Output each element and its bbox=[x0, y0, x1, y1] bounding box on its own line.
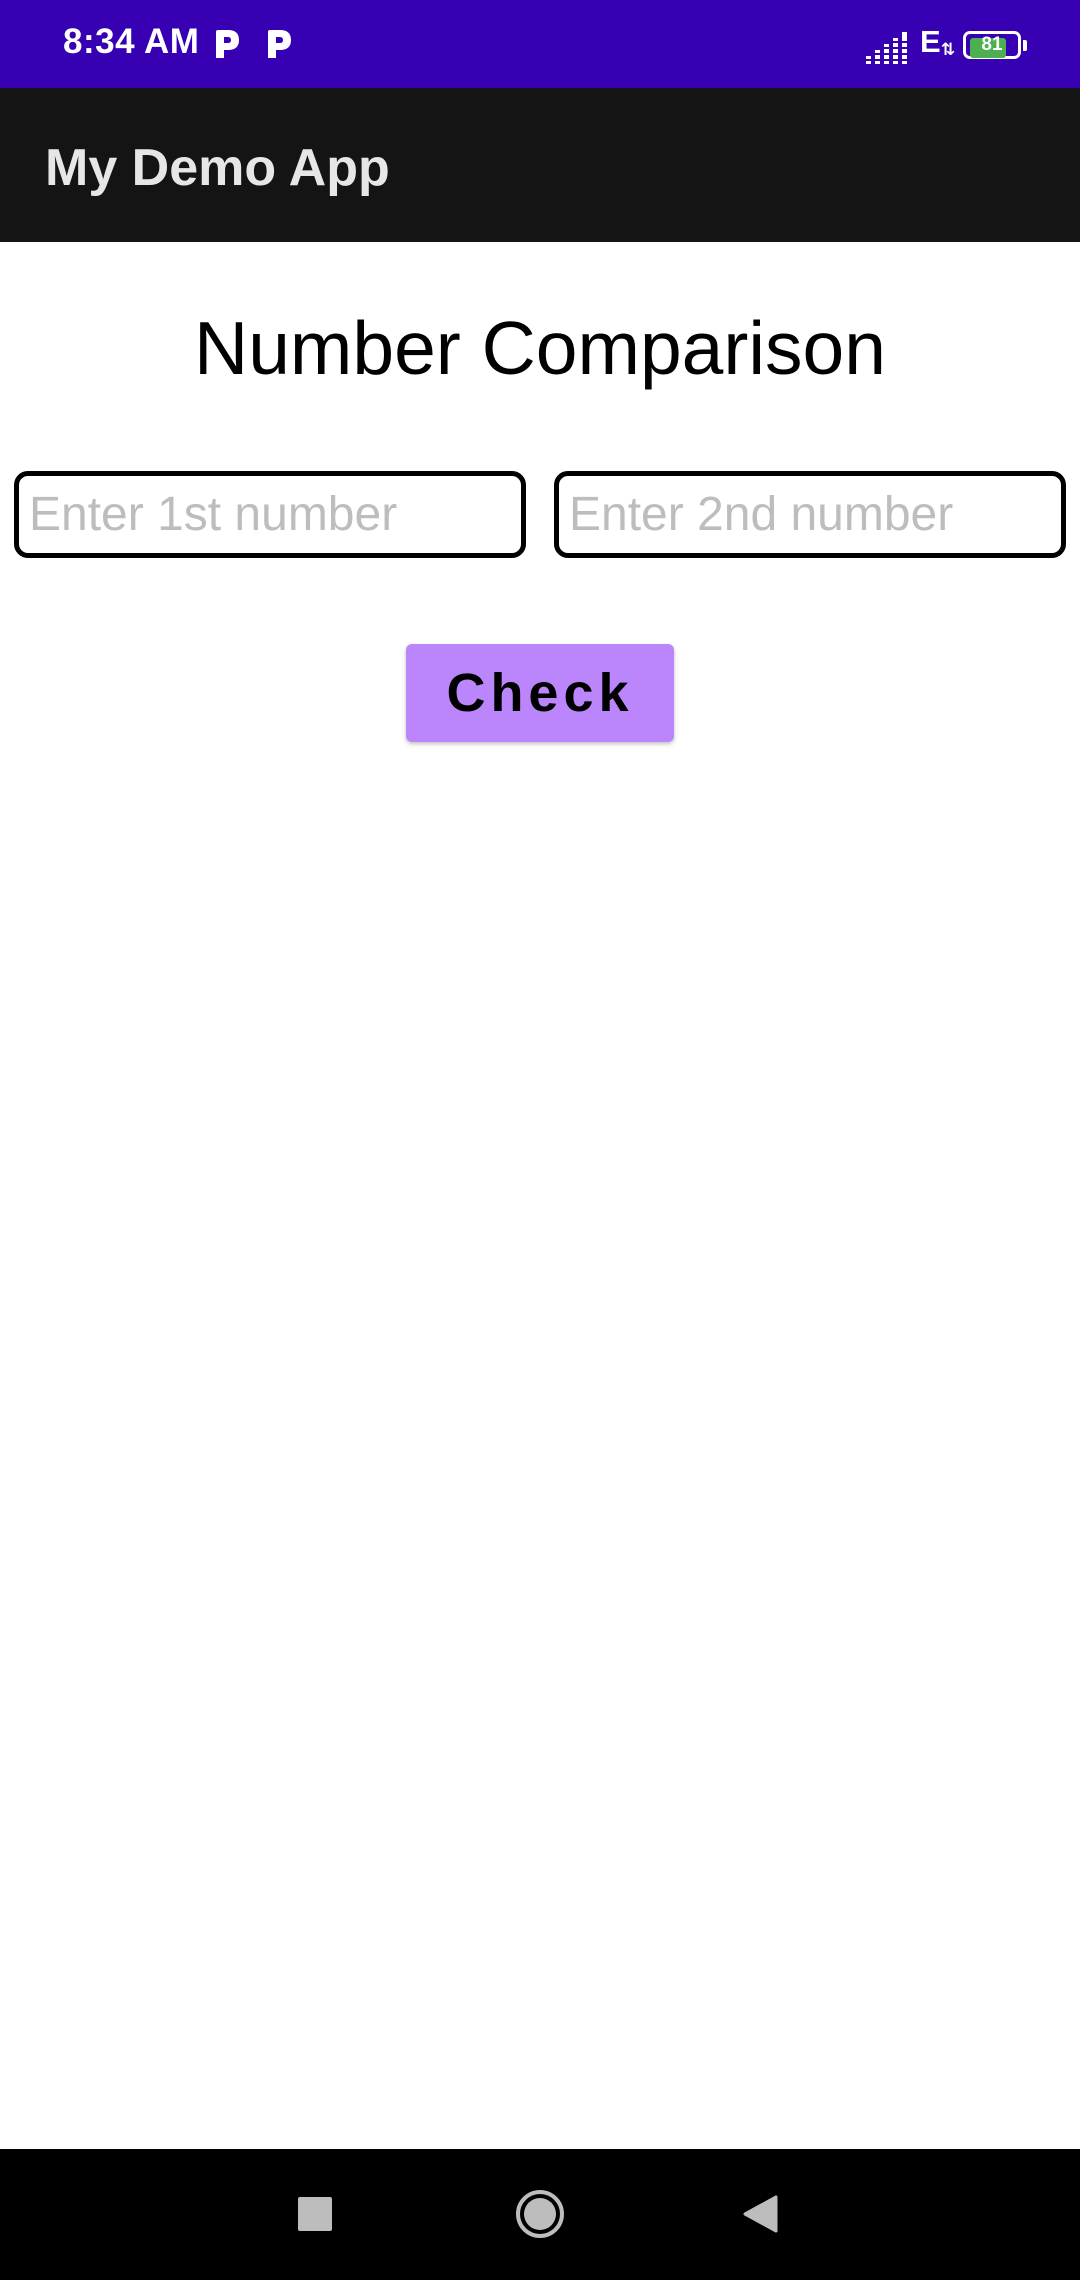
home-circle-icon bbox=[516, 2190, 564, 2238]
recents-square-icon bbox=[298, 2197, 332, 2231]
recents-button[interactable] bbox=[280, 2179, 350, 2249]
battery-tip bbox=[1023, 40, 1027, 51]
app-screen: 8:34 AM E ⇅ 81 My Demo App Number Compar… bbox=[0, 0, 1080, 2280]
network-type-label: E bbox=[920, 24, 941, 59]
signal-strength-icon bbox=[866, 32, 910, 64]
network-activity-icon: ⇅ bbox=[941, 40, 956, 59]
first-number-input[interactable] bbox=[14, 471, 526, 558]
p-icon bbox=[268, 30, 291, 58]
status-time: 8:34 AM bbox=[63, 22, 200, 61]
back-button[interactable] bbox=[725, 2179, 795, 2249]
app-title: My Demo App bbox=[45, 139, 390, 197]
battery-icon: 81 bbox=[963, 31, 1027, 61]
navigation-bar bbox=[0, 2149, 1080, 2280]
status-bar: 8:34 AM E ⇅ 81 bbox=[0, 0, 1080, 88]
check-button[interactable]: Check bbox=[406, 644, 674, 742]
p-icon bbox=[216, 30, 239, 58]
app-bar: My Demo App bbox=[0, 88, 1080, 242]
second-number-input[interactable] bbox=[554, 471, 1066, 558]
battery-level: 81 bbox=[981, 34, 1003, 55]
page-heading: Number Comparison bbox=[194, 306, 886, 390]
back-triangle-icon bbox=[743, 2195, 778, 2233]
home-button[interactable] bbox=[505, 2179, 575, 2249]
